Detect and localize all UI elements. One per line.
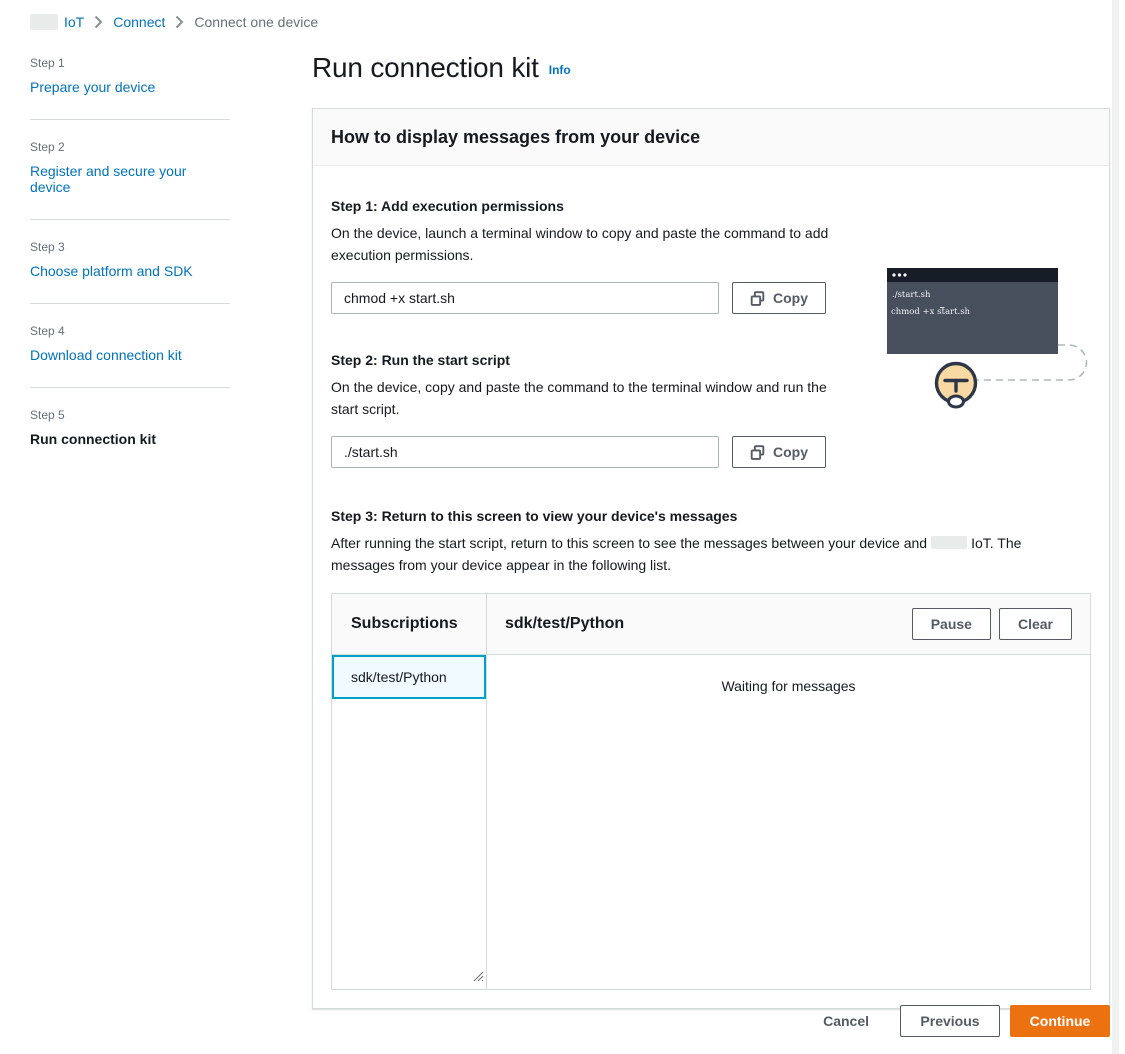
- breadcrumb-current: Connect one device: [194, 14, 318, 30]
- pause-button[interactable]: Pause: [912, 608, 991, 640]
- step1-command-row: Copy: [331, 282, 1091, 314]
- sidebar-link-prepare-device[interactable]: Prepare your device: [30, 79, 155, 95]
- sidebar-link-download-kit[interactable]: Download connection kit: [30, 347, 182, 363]
- sidebar-item-step1: Step 1 Prepare your device: [30, 48, 230, 119]
- step-number-label: Step 3: [30, 240, 230, 254]
- topic-actions: Pause Clear: [912, 608, 1072, 640]
- step1-description: On the device, launch a terminal window …: [331, 222, 871, 266]
- chevron-right-icon: [175, 15, 184, 29]
- steps-sidebar: Step 1 Prepare your device Step 2 Regist…: [30, 48, 230, 471]
- section-step2: Step 2: Run the start script On the devi…: [331, 352, 1091, 468]
- step-number-label: Step 5: [30, 408, 230, 422]
- card-header: How to display messages from your device: [313, 109, 1109, 166]
- chevron-right-icon: [94, 15, 103, 29]
- sidebar-item-step3: Step 3 Choose platform and SDK: [30, 220, 230, 303]
- sidebar-item-step4: Step 4 Download connection kit: [30, 304, 230, 387]
- cancel-button[interactable]: Cancel: [823, 1013, 869, 1029]
- mqtt-message-panel: Subscriptions sdk/test/Python Pause Clea…: [331, 593, 1091, 990]
- subscriptions-list: sdk/test/Python: [332, 655, 487, 989]
- messages-area: Waiting for messages: [487, 655, 1090, 989]
- step2-desc-line1: On the device, copy and paste the comman…: [331, 376, 871, 398]
- topic-header: sdk/test/Python Pause Clear: [487, 594, 1090, 655]
- section-step1: Step 1: Add execution permissions On the…: [331, 198, 1091, 314]
- subscriptions-header: Subscriptions: [332, 594, 487, 655]
- clear-button[interactable]: Clear: [999, 608, 1072, 640]
- breadcrumb-link-iot[interactable]: IoT: [64, 14, 84, 30]
- how-to-card: How to display messages from your device…: [312, 108, 1110, 1009]
- step1-desc-line1: On the device, launch a terminal window …: [331, 222, 871, 244]
- main-content: Run connection kit Info How to display m…: [312, 52, 1110, 1009]
- card-body: ./start.sh _ chmod +x start.sh Step 1: A…: [313, 166, 1109, 1008]
- sidebar-link-choose-platform[interactable]: Choose platform and SDK: [30, 263, 193, 279]
- card-title: How to display messages from your device: [331, 127, 700, 148]
- resize-handle-icon[interactable]: [471, 969, 485, 988]
- page-title: Run connection kit: [312, 52, 539, 84]
- page-title-row: Run connection kit Info: [312, 52, 1110, 84]
- vertical-scrollbar[interactable]: [1112, 0, 1119, 1054]
- step1-command-input[interactable]: [331, 282, 719, 314]
- step2-description: On the device, copy and paste the comman…: [331, 376, 871, 420]
- waiting-message: Waiting for messages: [721, 678, 855, 694]
- breadcrumb: IoT Connect Connect one device: [30, 14, 318, 30]
- step3-desc-line2: messages from your device appear in the …: [331, 554, 1091, 576]
- redacted-text: [931, 536, 967, 549]
- redacted-text: [30, 14, 58, 30]
- step3-description: After running the start script, return t…: [331, 532, 1091, 576]
- step3-desc-line1: After running the start script, return t…: [331, 532, 1091, 554]
- step2-command-input[interactable]: [331, 436, 719, 468]
- step-number-label: Step 2: [30, 140, 230, 154]
- sidebar-link-register-device[interactable]: Register and secure your device: [30, 163, 230, 195]
- sidebar-item-step2: Step 2 Register and secure your device: [30, 120, 230, 219]
- breadcrumb-link-connect[interactable]: Connect: [113, 14, 165, 30]
- subscription-item-selected[interactable]: sdk/test/Python: [332, 655, 486, 699]
- section-step3: Step 3: Return to this screen to view yo…: [331, 508, 1091, 576]
- copy-icon: [750, 445, 765, 460]
- topic-title: sdk/test/Python: [505, 615, 912, 633]
- step1-heading: Step 1: Add execution permissions: [331, 198, 1091, 214]
- step2-heading: Step 2: Run the start script: [331, 352, 1091, 368]
- wizard-footer: Cancel Previous Continue: [312, 1005, 1110, 1037]
- copy-icon: [750, 291, 765, 306]
- sidebar-current-step-label: Run connection kit: [30, 431, 156, 447]
- step1-copy-button[interactable]: Copy: [732, 282, 826, 314]
- step3-desc-line1-after: IoT. The: [971, 535, 1021, 551]
- sidebar-item-step5-current: Step 5 Run connection kit: [30, 388, 230, 471]
- copy-button-label: Copy: [773, 290, 808, 306]
- step2-command-row: Copy: [331, 436, 1091, 468]
- step1-desc-line2: execution permissions.: [331, 244, 871, 266]
- continue-button[interactable]: Continue: [1010, 1005, 1110, 1037]
- step2-copy-button[interactable]: Copy: [732, 436, 826, 468]
- info-link[interactable]: Info: [549, 63, 571, 77]
- step-number-label: Step 4: [30, 324, 230, 338]
- step-number-label: Step 1: [30, 56, 230, 70]
- step3-heading: Step 3: Return to this screen to view yo…: [331, 508, 1091, 524]
- copy-button-label: Copy: [773, 444, 808, 460]
- previous-button[interactable]: Previous: [900, 1005, 1000, 1037]
- step2-desc-line2: start script.: [331, 398, 871, 420]
- step3-desc-line1-before: After running the start script, return t…: [331, 535, 927, 551]
- breadcrumb-service[interactable]: IoT: [30, 14, 84, 30]
